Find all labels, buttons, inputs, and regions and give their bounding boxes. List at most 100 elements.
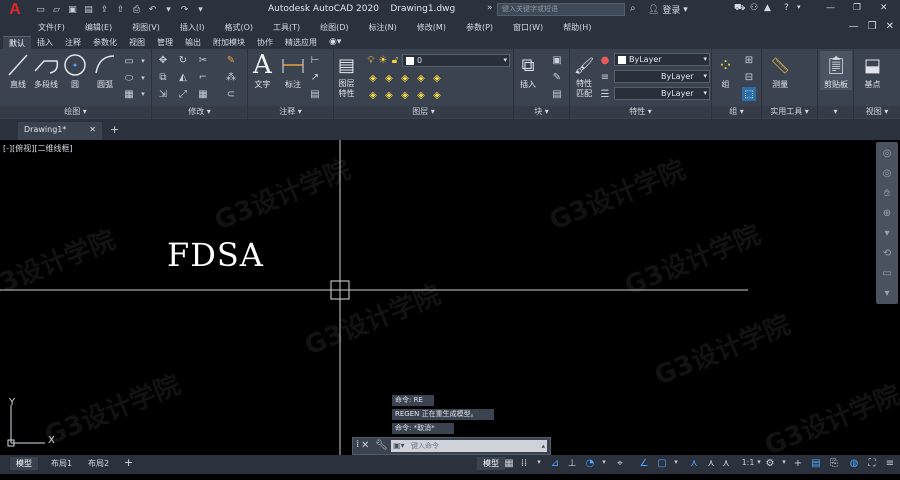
- recent-commands-icon[interactable]: ▣▾: [393, 440, 405, 452]
- block-attr-icon[interactable]: ▤: [550, 87, 564, 101]
- model-space-button[interactable]: 模型: [477, 457, 505, 470]
- tab-annotate[interactable]: 注释: [59, 36, 87, 49]
- tab-manage[interactable]: 管理: [151, 36, 179, 49]
- linetype-dropdown[interactable]: ByLayer ▾: [614, 70, 710, 83]
- polar-dropdown-icon[interactable]: ▾: [598, 458, 610, 466]
- linear-dim-icon[interactable]: ⊢: [308, 53, 322, 67]
- hatch-dropdown-icon[interactable]: ▾: [136, 87, 150, 101]
- circle-button[interactable]: 圆: [62, 51, 88, 90]
- layout-tab-1[interactable]: 布局1: [45, 457, 78, 470]
- workspace-gear-icon[interactable]: ⚙: [764, 458, 776, 469]
- menu-parametric[interactable]: 参数(P): [466, 22, 493, 33]
- mirror-icon[interactable]: ◭: [176, 70, 190, 84]
- customize-dropdown-icon[interactable]: ▾: [194, 4, 207, 16]
- doc-close-icon[interactable]: ✕: [886, 21, 894, 32]
- erase-icon[interactable]: ✎: [224, 53, 238, 67]
- nav-bar-menu-icon[interactable]: ▾: [880, 288, 894, 302]
- menu-edit[interactable]: 编辑(E): [85, 22, 112, 33]
- annotation-panel-label[interactable]: 注释 ▾: [248, 106, 333, 118]
- linetype-icon[interactable]: ☰: [598, 87, 612, 101]
- command-input[interactable]: ▣▾ 键入命令 ▴: [391, 440, 547, 452]
- menu-tools[interactable]: 工具(T): [273, 22, 300, 33]
- view-panel-label[interactable]: 视图 ▾: [854, 106, 900, 118]
- ellipse-dropdown-icon[interactable]: ▾: [136, 71, 150, 85]
- autocad-logo[interactable]: A: [0, 0, 30, 20]
- new-tab-icon[interactable]: +: [110, 123, 119, 136]
- fillet-icon[interactable]: ⌐: [196, 70, 210, 84]
- search-icon[interactable]: ⌕: [630, 3, 636, 14]
- menu-help[interactable]: 帮助(H): [563, 22, 591, 33]
- group-button[interactable]: ⁘ 组: [718, 51, 733, 90]
- menu-format[interactable]: 格式(O): [224, 22, 253, 33]
- arc-button[interactable]: 圆弧: [93, 51, 117, 90]
- block-panel-label[interactable]: 块 ▾: [514, 106, 569, 118]
- tab-featured-apps[interactable]: 精选应用: [279, 36, 323, 49]
- base-point-button[interactable]: ⬓ 基点: [864, 51, 881, 90]
- layer-dropdown[interactable]: 0 ▾: [402, 54, 510, 67]
- exchange-icon[interactable]: ⚇: [750, 3, 758, 13]
- help-icon[interactable]: ?: [784, 3, 789, 13]
- offset-icon[interactable]: ⊂: [224, 87, 238, 101]
- isodraft-icon[interactable]: ⌖: [614, 458, 626, 469]
- stay-connected-icon[interactable]: ▲: [764, 3, 771, 13]
- ellipse-icon[interactable]: ⬭: [122, 71, 136, 85]
- polar-icon[interactable]: ◔: [584, 458, 596, 469]
- add-layout-icon[interactable]: +: [118, 455, 139, 470]
- grid-icon[interactable]: ▦: [503, 458, 515, 469]
- customization-icon[interactable]: ≡: [884, 458, 896, 469]
- zoom-extents-icon[interactable]: ⊕: [880, 208, 894, 222]
- steering-wheel-icon[interactable]: ◎: [880, 148, 894, 162]
- menu-modify[interactable]: 修改(M): [417, 22, 446, 33]
- command-input-expand-icon[interactable]: ▴: [541, 440, 545, 452]
- insert-button[interactable]: ⧉ 插入: [520, 51, 536, 90]
- layer-unisolate-icon[interactable]: ◈: [382, 71, 396, 85]
- redo-icon[interactable]: ↷: [178, 4, 191, 16]
- save-icon[interactable]: ▣: [66, 4, 79, 16]
- zoom-dropdown-icon[interactable]: ▾: [880, 228, 894, 242]
- layer-lock-icon[interactable]: 🔓︎: [388, 53, 402, 67]
- infer-constraints-icon[interactable]: ⊿: [549, 458, 561, 469]
- doc-restore-icon[interactable]: ❐: [868, 21, 877, 32]
- color-dropdown[interactable]: ByLayer ▾: [614, 53, 710, 66]
- hatch-icon[interactable]: ▦: [122, 87, 136, 101]
- help-dropdown-icon[interactable]: ▾: [797, 3, 801, 11]
- ribbon-toggle-icon[interactable]: ◉▾: [323, 36, 347, 49]
- tab-parametric[interactable]: 参数化: [87, 36, 123, 49]
- array-icon[interactable]: ▦: [196, 87, 210, 101]
- auto-scale-icon[interactable]: ⋏: [705, 458, 717, 469]
- modify-panel-label[interactable]: 修改 ▾: [152, 106, 247, 118]
- close-icon[interactable]: ✕: [880, 3, 888, 13]
- undo-icon[interactable]: ↶: [146, 4, 159, 16]
- account[interactable]: 👤︎ 登录 ▾: [648, 3, 688, 17]
- annotation-visibility-icon[interactable]: ⋏: [688, 458, 700, 469]
- tab-view[interactable]: 视图: [123, 36, 151, 49]
- leader-icon[interactable]: ↗: [308, 70, 322, 84]
- properties-panel-label[interactable]: 特性 ▾: [570, 106, 711, 118]
- menu-file[interactable]: 文件(F): [38, 22, 65, 33]
- quick-properties-icon[interactable]: ⎘: [828, 458, 840, 469]
- layer-match-icon[interactable]: ◈: [398, 71, 412, 85]
- copy-icon[interactable]: ⧉: [156, 70, 170, 84]
- share-icon[interactable]: ⇧: [114, 4, 127, 16]
- object-snap-tracking-icon[interactable]: ∠: [638, 458, 650, 469]
- doc-tab-close-icon[interactable]: ✕: [89, 125, 96, 134]
- clean-screen-icon[interactable]: ⛶: [866, 458, 878, 469]
- move-icon[interactable]: ✥: [156, 53, 170, 67]
- utilities-panel-label[interactable]: 实用工具 ▾: [762, 106, 817, 118]
- annotation-scale-icon[interactable]: ⋏: [720, 458, 732, 469]
- edit-block-icon[interactable]: ✎: [550, 70, 564, 84]
- lineweight-dropdown[interactable]: ByLayer ▾: [614, 87, 710, 100]
- tab-addins[interactable]: 附加模块: [207, 36, 251, 49]
- tab-collaborate[interactable]: 协作: [251, 36, 279, 49]
- expand-search-icon[interactable]: »: [487, 3, 493, 13]
- layer-unlock-icon[interactable]: ◈: [398, 88, 412, 102]
- group-edit-icon[interactable]: ⊟: [742, 70, 756, 84]
- ortho-icon[interactable]: ⊥: [566, 458, 578, 469]
- menu-dimension[interactable]: 标注(N): [369, 22, 397, 33]
- units-icon[interactable]: ▤: [810, 458, 822, 469]
- layer-previous-icon[interactable]: ◈: [414, 71, 428, 85]
- dimension-button[interactable]: 标注: [280, 51, 306, 90]
- layer-lock2-icon[interactable]: ◈: [382, 88, 396, 102]
- scale-icon[interactable]: ⤢: [176, 87, 190, 101]
- layer-copy-icon[interactable]: ◈: [430, 88, 444, 102]
